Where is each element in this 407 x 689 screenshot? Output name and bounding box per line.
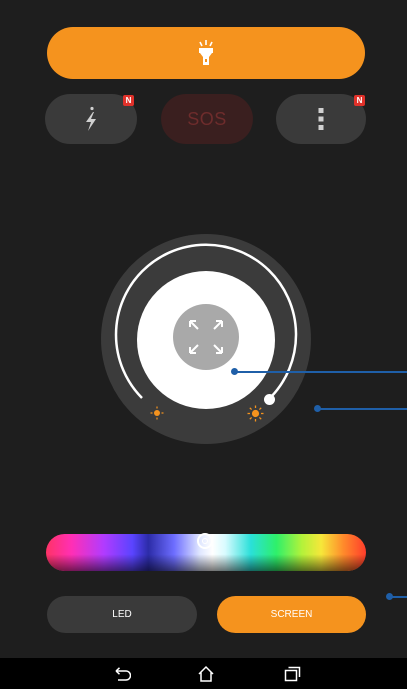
brightness-dial[interactable] [101,234,311,444]
callout-line [318,408,407,410]
strobe-lightning-icon [86,106,96,131]
callout-line [390,596,407,598]
flashlight-toggle-button[interactable] [47,27,365,79]
brightness-high-icon [247,405,264,422]
recents-icon[interactable] [282,664,302,684]
sos-label: SOS [187,108,227,129]
back-icon[interactable] [111,664,131,684]
strobe-button[interactable]: N [45,94,137,144]
navigation-bar [0,658,407,689]
expand-fullscreen-icon [189,320,223,354]
color-slider-thumb[interactable] [197,533,213,549]
flashlight-icon [199,40,213,65]
more-vert-icon [318,108,324,130]
home-icon[interactable] [196,664,216,684]
brightness-dial-center [137,271,275,409]
new-badge: N [123,95,134,106]
screen-mode-button[interactable]: SCREEN [217,596,366,633]
led-mode-label: LED [112,609,132,620]
sos-button[interactable]: SOS [161,94,253,144]
screen-mode-label: SCREEN [270,609,313,620]
callout-line [235,371,407,373]
more-options-button[interactable]: N [276,94,366,144]
brightness-low-icon [150,406,164,420]
expand-button[interactable] [173,304,239,370]
new-badge: N [354,95,365,106]
brightness-knob[interactable] [264,394,275,405]
led-mode-button[interactable]: LED [47,596,197,633]
